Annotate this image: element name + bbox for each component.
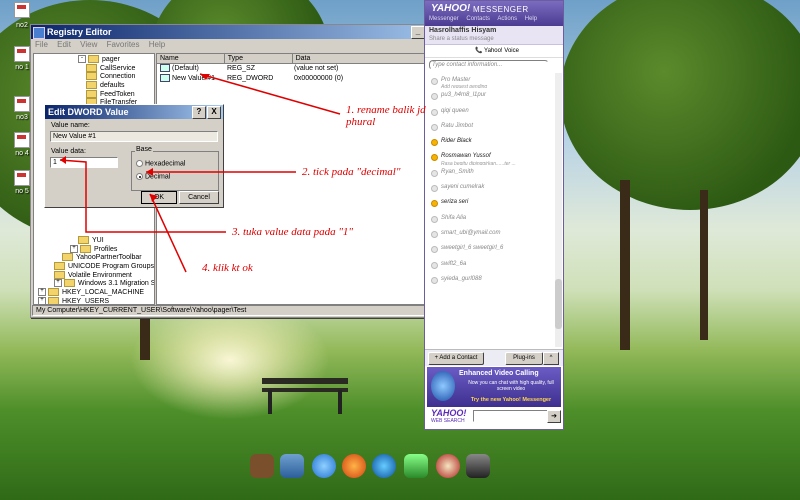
arrowhead-icon xyxy=(150,194,158,202)
arrowhead-icon xyxy=(60,156,66,164)
annotation-step-3: 3. tuka value data pada "1" xyxy=(232,226,354,238)
annotation-step-4: 4. klik kt ok xyxy=(202,262,253,274)
arrow-ok xyxy=(149,193,187,273)
annotation-step-2: 2. tick pada "decimal" xyxy=(302,166,401,178)
arrowhead-icon xyxy=(146,168,153,176)
arrow-rename xyxy=(199,73,341,115)
arrow-value-data xyxy=(59,159,226,233)
annotation-arrows xyxy=(59,73,341,273)
annotation-step-1: 1. rename balik jd phural xyxy=(346,104,426,128)
